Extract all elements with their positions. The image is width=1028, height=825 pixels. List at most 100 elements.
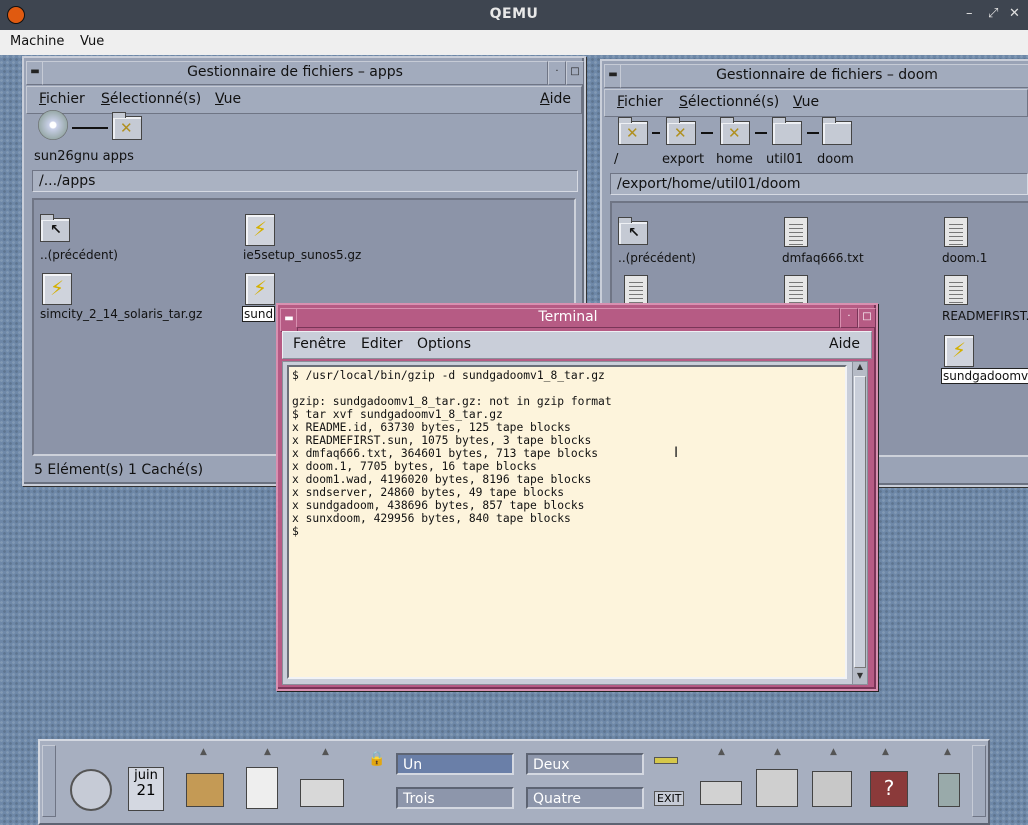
path-label-export: export	[662, 152, 705, 167]
terminal-line: x doom.1, 7705 bytes, 16 tape blocks	[292, 460, 537, 473]
mailer-icon[interactable]	[300, 779, 344, 807]
menu-selectionne[interactable]: Sélectionné(s)	[101, 91, 201, 107]
file-label-selected[interactable]: sund	[242, 306, 276, 322]
file-label[interactable]: doom.1	[942, 251, 987, 265]
folder-icon[interactable]: ✕	[618, 117, 648, 145]
menu-vue[interactable]: Vue	[793, 94, 819, 110]
workspace-button-trois[interactable]: Trois	[396, 787, 514, 809]
file-label-selected[interactable]: sundgadoomv1.	[941, 368, 1028, 384]
file-label[interactable]: READMEFIRST.	[942, 309, 1028, 323]
folder-icon[interactable]: ✕	[112, 112, 142, 140]
folder-icon[interactable]: ✕	[720, 117, 750, 145]
front-panel: juin 21 ▲ ▲ ▲ 🔒 Un Deux Trois Quatre EXI…	[38, 739, 990, 825]
path-connector	[72, 127, 108, 129]
path-field[interactable]: /export/home/util01/doom	[610, 173, 1028, 195]
terminal-output[interactable]: $ /usr/local/bin/gzip -d sundgadoomv1_8_…	[287, 365, 847, 679]
text-file-icon[interactable]	[944, 217, 968, 247]
folder-icon[interactable]: ✕	[666, 117, 696, 145]
workspace-button-deux[interactable]: Deux	[526, 753, 644, 775]
terminal-window[interactable]: ▬ Terminal · □ Fenêtre Editer Options Ai…	[276, 303, 878, 691]
panel-minimize-handle[interactable]	[972, 745, 986, 817]
text-file-icon[interactable]	[784, 217, 808, 247]
window-title[interactable]: Terminal	[296, 308, 840, 328]
path-connector	[652, 132, 660, 134]
lock-icon[interactable]: 🔒	[368, 751, 385, 767]
archive-icon[interactable]: ⚡	[944, 335, 974, 367]
printer-icon[interactable]	[700, 781, 742, 805]
panel-menu-handle[interactable]	[42, 745, 56, 817]
terminal-line: x README.id, 63730 bytes, 125 tape block…	[292, 421, 571, 434]
menu-editer[interactable]: Editer	[361, 336, 402, 352]
cd-drive-icon[interactable]	[38, 110, 68, 140]
maximize-button[interactable]: ⤢	[988, 6, 998, 21]
menu-vue[interactable]: Vue	[215, 91, 241, 107]
window-title[interactable]: Gestionnaire de fichiers – doom	[620, 64, 1028, 88]
subpanel-arrow-icon[interactable]: ▲	[882, 747, 889, 757]
text-editor-icon[interactable]	[246, 767, 278, 809]
close-button[interactable]: ✕	[1009, 6, 1020, 21]
file-label[interactable]: ..(précédent)	[618, 251, 696, 265]
terminal-line: x sundgadoom, 438696 bytes, 857 tape blo…	[292, 499, 585, 512]
maximize-button[interactable]: □	[566, 61, 584, 85]
help-icon[interactable]: ?	[870, 771, 908, 807]
readme-file-icon[interactable]	[784, 275, 808, 305]
menu-options[interactable]: Options	[417, 336, 471, 352]
path-field[interactable]: /.../apps	[32, 170, 578, 192]
workspace-button-un[interactable]: Un	[396, 753, 514, 775]
minimize-button[interactable]: ·	[840, 308, 858, 328]
menu-fenetre[interactable]: Fenêtre	[293, 336, 346, 352]
workspace-button-quatre[interactable]: Quatre	[526, 787, 644, 809]
folder-icon[interactable]	[822, 117, 852, 145]
file-manager-icon[interactable]	[186, 773, 224, 807]
terminal-line: x dmfaq666.txt, 364601 bytes, 713 tape b…	[292, 447, 599, 460]
scroll-down-arrow-icon[interactable]: ▼	[853, 671, 867, 684]
subpanel-arrow-icon[interactable]: ▲	[322, 747, 329, 757]
file-label[interactable]: dmfaq666.txt	[782, 251, 864, 265]
menu-vue[interactable]: Vue	[80, 34, 104, 49]
exit-button[interactable]: EXIT	[654, 791, 685, 806]
subpanel-arrow-icon[interactable]: ▲	[200, 747, 207, 757]
folder-icon[interactable]	[772, 117, 802, 145]
subpanel-arrow-icon[interactable]: ▲	[830, 747, 837, 757]
subpanel-arrow-icon[interactable]: ▲	[944, 747, 951, 757]
archive-icon[interactable]: ⚡	[245, 273, 275, 305]
readme-file-icon[interactable]	[944, 275, 968, 305]
menu-aide[interactable]: Aide	[540, 91, 571, 107]
path-connector	[755, 132, 767, 134]
terminal-line: $ /usr/local/bin/gzip -d sundgadoomv1_8_…	[292, 369, 605, 382]
file-label[interactable]: simcity_2_14_solaris_tar.gz	[40, 307, 202, 321]
menu-aide[interactable]: Aide	[829, 336, 860, 352]
scroll-thumb[interactable]	[854, 376, 866, 668]
minimize-button[interactable]: ·	[548, 61, 566, 85]
host-menubar: Machine Vue	[0, 30, 1028, 56]
parent-folder-icon[interactable]: ↖	[40, 214, 70, 242]
style-manager-icon[interactable]	[756, 769, 798, 807]
subpanel-arrow-icon[interactable]: ▲	[264, 747, 271, 757]
archive-icon[interactable]: ⚡	[245, 214, 275, 246]
clock-icon[interactable]	[70, 769, 112, 811]
minimize-button[interactable]: –	[966, 6, 973, 21]
parent-folder-icon[interactable]: ↖	[618, 217, 648, 245]
trash-icon[interactable]	[938, 773, 960, 807]
file-label[interactable]: ie5setup_sunos5.gz	[243, 248, 361, 262]
menu-machine[interactable]: Machine	[10, 34, 64, 49]
menu-fichier[interactable]: Fichier	[617, 94, 663, 110]
scroll-up-arrow-icon[interactable]: ▲	[853, 362, 867, 375]
calendar-icon[interactable]: juin 21	[128, 767, 164, 811]
menu-selectionne[interactable]: Sélectionné(s)	[679, 94, 779, 110]
subpanel-arrow-icon[interactable]: ▲	[774, 747, 781, 757]
window-title[interactable]: Gestionnaire de fichiers – apps	[42, 61, 548, 85]
maximize-button[interactable]: □	[858, 308, 876, 328]
file-label[interactable]: ..(précédent)	[40, 248, 118, 262]
menu-fichier[interactable]: Fichier	[39, 91, 85, 107]
archive-icon[interactable]: ⚡	[42, 273, 72, 305]
application-manager-icon[interactable]	[812, 771, 852, 807]
menubar: Fichier Sélectionné(s) Vue Aide	[26, 86, 582, 114]
path-label-util01: util01	[766, 152, 804, 167]
subpanel-arrow-icon[interactable]: ▲	[718, 747, 725, 757]
text-file-icon[interactable]	[624, 275, 648, 305]
host-titlebar[interactable]: QEMU – ⤢ ✕	[0, 0, 1028, 30]
calendar-day: 21	[136, 781, 156, 799]
host-window-title: QEMU	[489, 6, 539, 22]
vertical-scrollbar[interactable]: ▲ ▼	[852, 361, 868, 685]
